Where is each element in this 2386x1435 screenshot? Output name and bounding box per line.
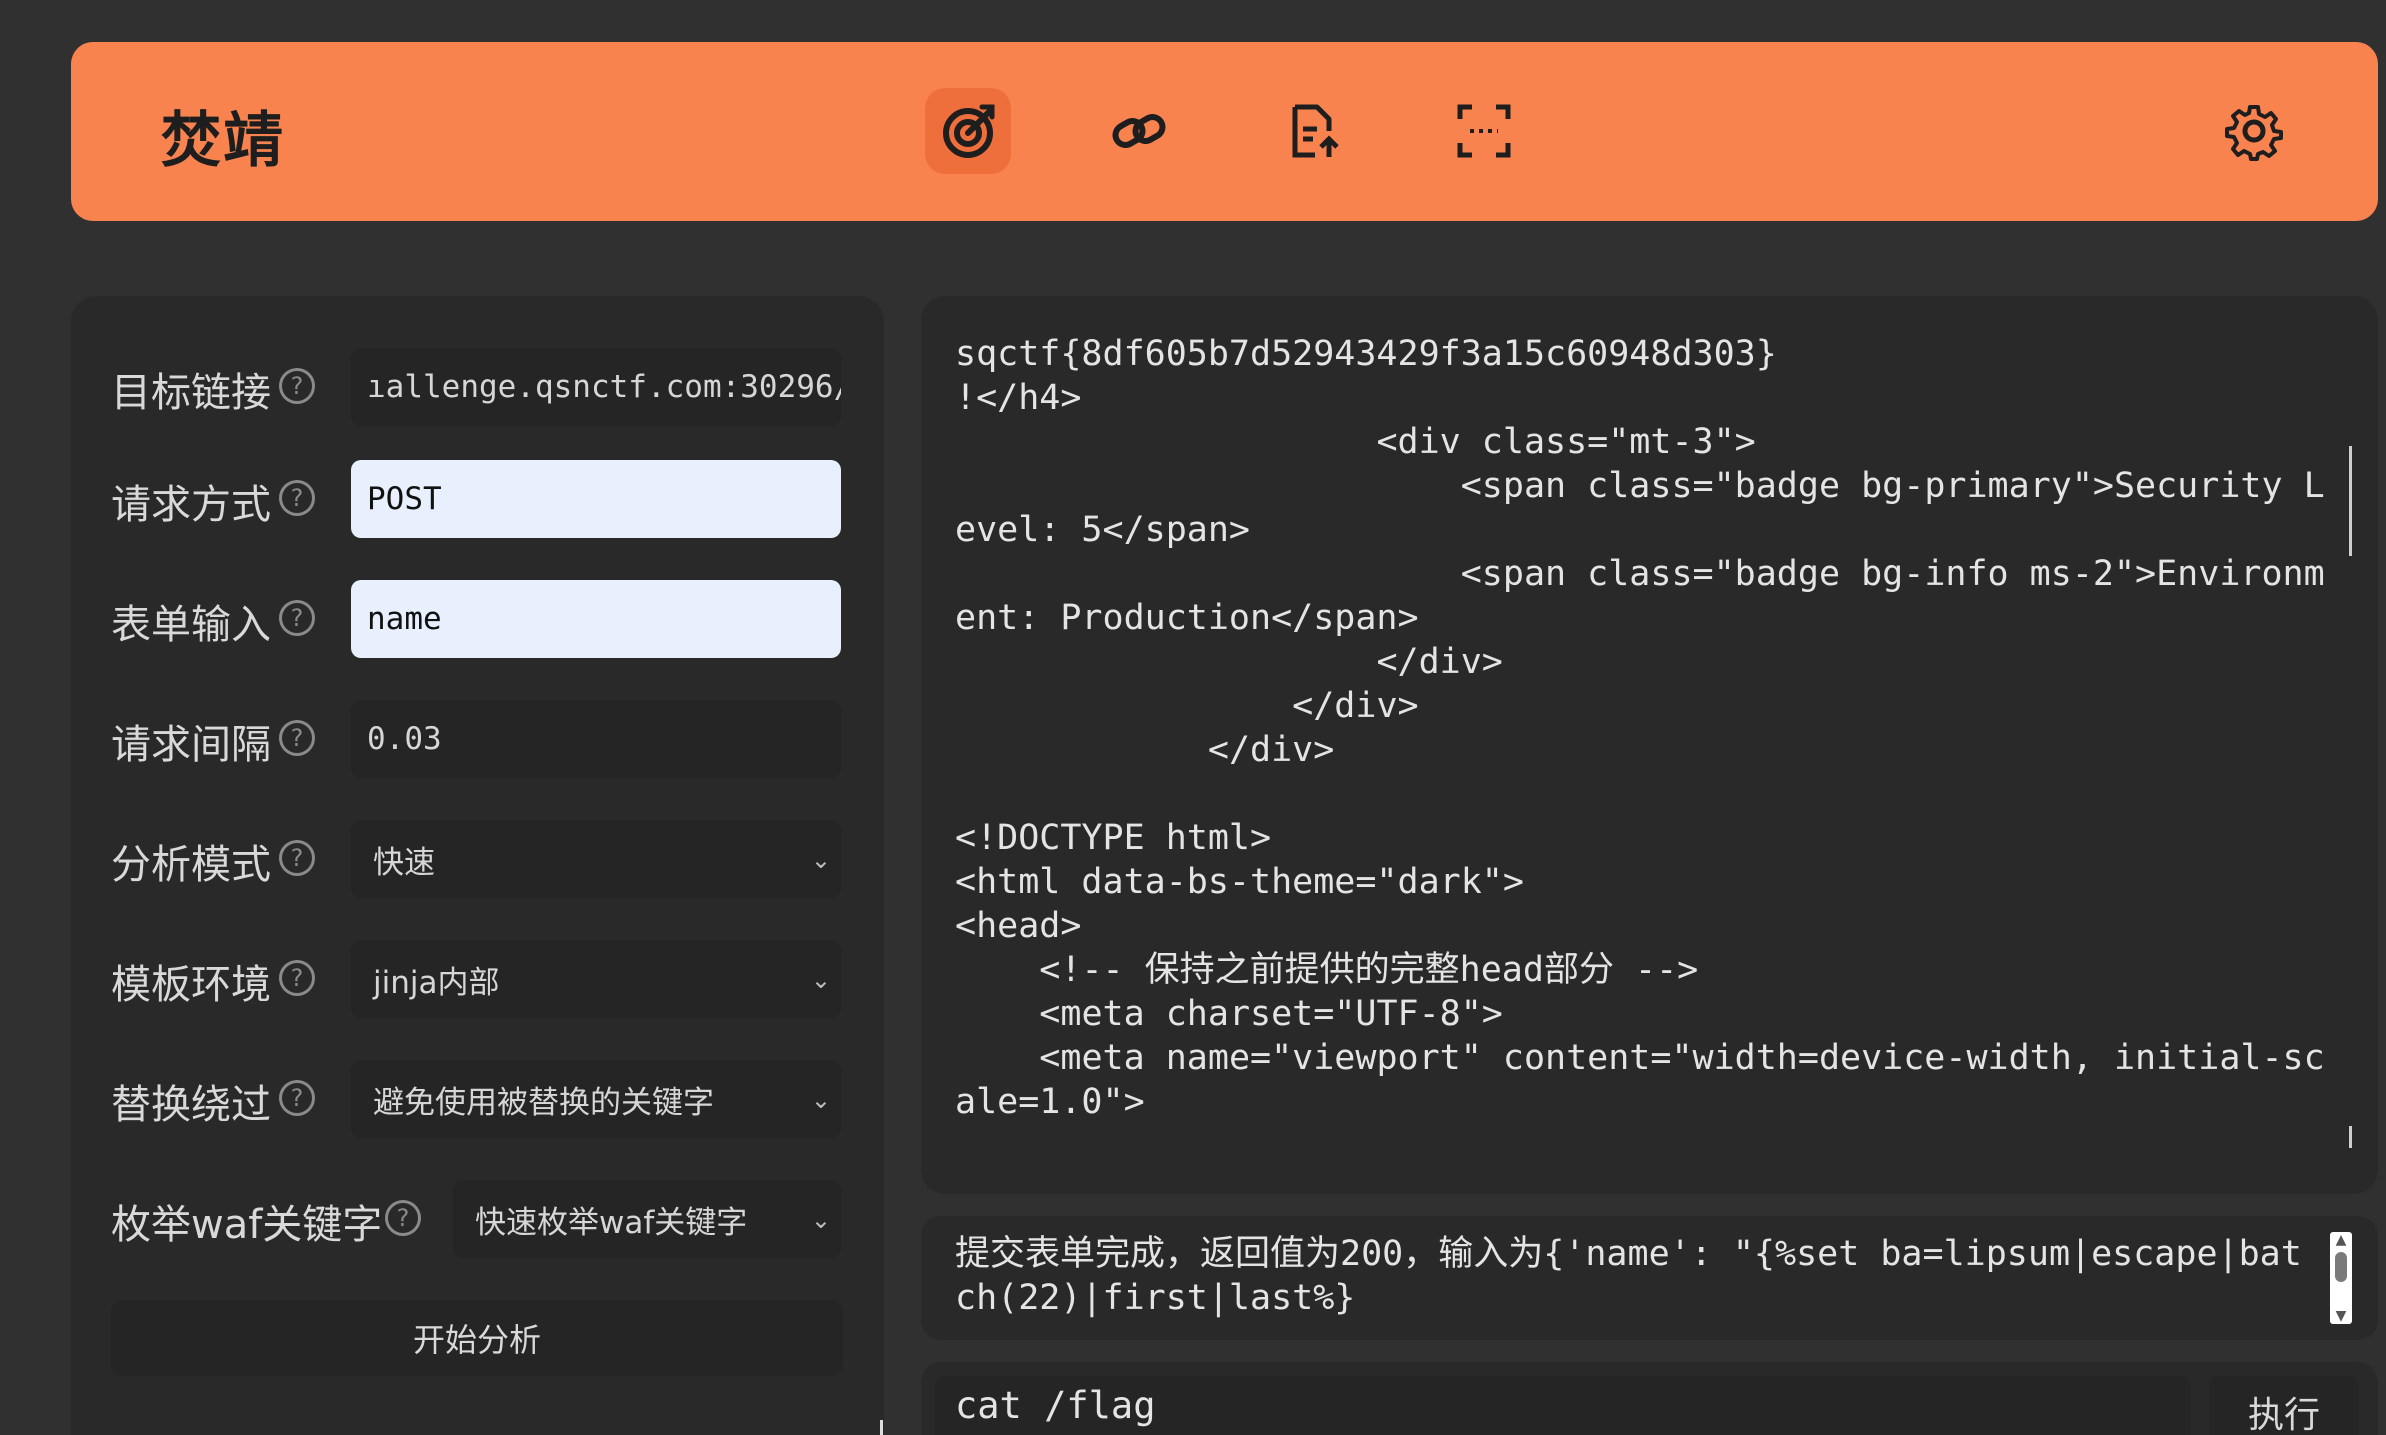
interval-row: 请求间隔 ? 0.03 [111,700,851,778]
analysis-mode-value: 快速 [373,844,435,881]
config-panel: 目标链接 ? ıallenge.qsnctf.com:30296/ 请求方式 ?… [71,296,884,1435]
template-env-select[interactable]: jinja内部 ⌄ [351,940,841,1018]
interval-input[interactable]: 0.03 [351,700,841,778]
waf-enum-row: 枚举waf关键字 ? 快速枚举waf关键字 ⌄ [111,1180,851,1258]
target-url-label: 目标链接 [111,370,271,416]
method-input[interactable]: POST [351,460,841,538]
template-env-value: jinja内部 [373,964,500,1001]
nav-crack-button[interactable] [925,88,1011,174]
replace-bypass-row: 替换绕过 ? 避免使用被替换的关键字 ⌄ [111,1060,851,1138]
command-input[interactable]: cat /flag [935,1376,2191,1435]
response-output-panel[interactable]: sqctf{8df605b7d52943429f3a15c60948d303} … [921,296,2378,1194]
file-upload-icon [1292,104,1339,158]
waf-enum-select[interactable]: 快速枚举waf关键字 ⌄ [453,1180,841,1258]
form-input-label: 表单输入 [111,602,271,648]
template-env-label: 模板环境 [111,962,271,1008]
analysis-mode-row: 分析模式 ? 快速 ⌄ [111,820,851,898]
app-brand: 焚靖 [161,106,285,176]
help-icon[interactable]: ? [385,1200,421,1236]
help-icon[interactable]: ? [279,840,315,876]
analysis-mode-select[interactable]: 快速 ⌄ [351,820,841,898]
settings-button[interactable] [2211,88,2297,174]
replace-bypass-value: 避免使用被替换的关键字 [373,1084,714,1121]
method-row: 请求方式 ? POST [111,460,851,538]
gear-icon [2225,105,2283,161]
scroll-up-icon[interactable]: ▲ [2330,1232,2352,1248]
crack-icon [943,104,995,158]
status-log-text: 提交表单完成，返回值为200，输入为{'name': "{%set ba=lip… [955,1234,2302,1318]
nav-link-button[interactable] [1096,88,1182,174]
help-icon[interactable]: ? [279,960,315,996]
chevron-down-icon: ⌄ [810,1206,831,1234]
scan-icon [1457,104,1511,158]
scroll-down-icon[interactable]: ▼ [2330,1308,2352,1324]
command-bar: cat /flag 执行 [921,1362,2378,1435]
scrollbar-end [2349,1126,2352,1148]
chevron-down-icon: ⌄ [810,966,831,994]
top-navbar: 焚靖 [71,42,2378,221]
log-scrollbar-thumb[interactable] [2335,1252,2347,1282]
help-icon[interactable]: ? [279,368,315,404]
waf-enum-value: 快速枚举waf关键字 [475,1204,748,1241]
replace-bypass-label: 替换绕过 [111,1082,271,1128]
help-icon[interactable]: ? [279,1080,315,1116]
response-content: sqctf{8df605b7d52943429f3a15c60948d303} … [955,334,2325,1122]
analysis-mode-label: 分析模式 [111,842,271,888]
method-label: 请求方式 [111,482,271,528]
chevron-down-icon: ⌄ [810,846,831,874]
text-cursor [880,1420,883,1435]
template-env-row: 模板环境 ? jinja内部 ⌄ [111,940,851,1018]
link-icon [1112,114,1166,148]
form-input-row: 表单输入 ? name [111,580,851,658]
nav-file-upload-button[interactable] [1270,88,1356,174]
nav-scan-button[interactable] [1441,88,1527,174]
target-url-row: 目标链接 ? ıallenge.qsnctf.com:30296/ [111,348,851,426]
chevron-down-icon: ⌄ [810,1086,831,1114]
status-log: 提交表单完成，返回值为200，输入为{'name': "{%set ba=lip… [921,1216,2378,1340]
interval-label: 请求间隔 [111,722,271,768]
help-icon[interactable]: ? [279,480,315,516]
execute-button[interactable]: 执行 [2209,1376,2359,1435]
form-input-field[interactable]: name [351,580,841,658]
start-analysis-button[interactable]: 开始分析 [111,1300,843,1376]
help-icon[interactable]: ? [279,600,315,636]
waf-enum-label: 枚举waf关键字 [111,1202,383,1248]
scrollbar-thumb[interactable] [2349,446,2352,556]
help-icon[interactable]: ? [279,720,315,756]
log-scrollbar[interactable]: ▲ ▼ [2330,1232,2352,1324]
target-url-input[interactable]: ıallenge.qsnctf.com:30296/ [351,348,841,426]
replace-bypass-select[interactable]: 避免使用被替换的关键字 ⌄ [351,1060,841,1138]
